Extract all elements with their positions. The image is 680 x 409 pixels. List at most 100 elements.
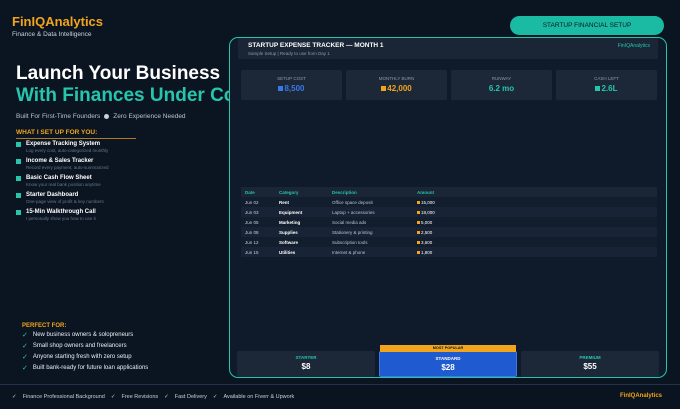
hero-title-line2: With Finances Under Cor <box>16 85 231 106</box>
setup-item: Income & Sales Tracker Record every paym… <box>16 158 109 170</box>
package-row: STARTER $8 MOST POPULAR STANDARD $28 PRE… <box>237 345 659 377</box>
check-icon: ✓ <box>22 332 28 339</box>
kpi-label: RUNWAY <box>491 76 512 81</box>
footer-brand: FinIQAnalytics <box>619 393 662 399</box>
hero-sub-b: Zero Experience Needed <box>113 113 186 120</box>
setup-item-title: Starter Dashboard <box>26 192 79 198</box>
setup-item: 15-Min Walkthrough Call I personally sho… <box>16 209 109 221</box>
column-header: Date <box>245 189 255 195</box>
setup-item: Starter Dashboard One-page view of profi… <box>16 192 109 204</box>
setup-item-desc: I personally show you how to use it <box>26 216 96 221</box>
check-icon: ✓ <box>212 394 218 400</box>
setup-list: Expense Tracking System Log every cost, … <box>16 141 109 226</box>
package-standard[interactable]: MOST POPULAR STANDARD $28 <box>379 345 517 377</box>
package-starter[interactable]: STARTER $8 <box>237 351 375 377</box>
table-row: Jun 12 Software Subscription tools 3,600 <box>241 237 657 247</box>
check-icon: ✓ <box>22 354 28 361</box>
currency-icon <box>417 200 420 204</box>
panel-subtitle: Sample Setup | Ready to use from Day 1 <box>248 51 330 56</box>
setup-item-desc: Know your real bank position anytime <box>26 182 101 187</box>
footer-items: ✓ Finance Professional Background ✓ Free R… <box>12 394 295 400</box>
currency-icon <box>417 210 420 214</box>
check-icon: ✓ <box>22 343 28 350</box>
kpi-card-setup-cost: SETUP COST 8,500 <box>241 70 342 100</box>
kpi-card-runway: RUNWAY 6.2 mo <box>451 70 552 100</box>
perfect-for-title: PERFECT FOR: <box>22 323 67 329</box>
kpi-value: 42,000 <box>346 84 447 93</box>
hero-sub-a: Built For First-Time Founders <box>16 113 101 120</box>
kpi-card-monthly-burn: MONTHLY BURN 42,000 <box>346 70 447 100</box>
table-row: Jun 05 Marketing Social media ads 5,000 <box>241 217 657 227</box>
setup-item-title: Basic Cash Flow Sheet <box>26 175 92 181</box>
package-name: PREMIUM <box>579 355 601 360</box>
currency-icon <box>417 250 420 254</box>
footer: ✓ Finance Professional Background ✓ Free R… <box>0 384 680 409</box>
kpi-row: SETUP COST 8,500 MONTHLY BURN 42,000 RUN… <box>241 70 657 100</box>
square-bullet-icon <box>16 159 21 164</box>
brand-name: FinIQAnalytics <box>12 14 104 29</box>
setup-item: Expense Tracking System Log every cost, … <box>16 141 109 153</box>
setup-item-title: Expense Tracking System <box>26 141 101 147</box>
brand-tagline: Finance & Data Intelligence <box>12 31 92 38</box>
setup-item-title: Income & Sales Tracker <box>26 158 94 164</box>
perfect-for-list: ✓ New business owners & solopreneurs ✓ Sma… <box>22 332 148 376</box>
setup-section-divider <box>16 138 136 139</box>
kpi-label: MONTHLY BURN <box>378 76 415 81</box>
column-header: Amount <box>417 189 434 195</box>
table-header-row: Date Category Description Amount <box>241 187 657 197</box>
package-price: $28 <box>441 363 455 372</box>
currency-icon <box>417 240 420 244</box>
package-price: $8 <box>301 362 311 371</box>
panel-header: STARTUP EXPENSE TRACKER — MONTH 1 Sample… <box>238 38 658 59</box>
kpi-value: 8,500 <box>241 84 342 93</box>
kpi-value: 6.2 mo <box>488 84 515 93</box>
check-icon: ✓ <box>110 394 116 400</box>
currency-icon <box>278 86 284 91</box>
most-popular-badge: MOST POPULAR <box>380 345 516 352</box>
kpi-value: 2.6L <box>556 84 657 93</box>
table-row: Jun 03 Equipment Laptop + accessories 18… <box>241 207 657 217</box>
hero: Launch Your Business With Finances Under… <box>16 63 231 120</box>
kpi-card-cash-left: CASH LEFT 2.6L <box>556 70 657 100</box>
brand: FinIQAnalytics Finance & Data Intelligen… <box>12 14 103 38</box>
kpi-label: SETUP COST <box>277 76 306 81</box>
square-bullet-icon <box>16 193 21 198</box>
hero-subline: Built For First-Time Founders Zero Exper… <box>16 113 231 120</box>
check-icon: ✓ <box>12 394 17 400</box>
package-name: STARTER <box>295 355 317 360</box>
column-header: Description <box>332 189 357 195</box>
setup-section-title: WHAT I SET UP FOR YOU: <box>16 129 98 136</box>
perfect-for-item: ✓ New business owners & solopreneurs <box>22 332 134 339</box>
currency-icon <box>417 230 420 234</box>
square-bullet-icon <box>16 142 21 147</box>
panel-title: STARTUP EXPENSE TRACKER — MONTH 1 <box>248 42 384 49</box>
square-bullet-icon <box>16 210 21 215</box>
check-icon: ✓ <box>22 365 28 372</box>
square-bullet-icon <box>16 176 21 181</box>
package-name: STANDARD <box>435 356 461 361</box>
check-icon: ✓ <box>164 394 169 400</box>
startup-setup-button[interactable]: STARTUP FINANCIAL SETUP <box>510 16 664 35</box>
table-row: Jun 15 Utilities Internet & phone 1,800 <box>241 247 657 257</box>
package-premium[interactable]: PREMIUM $55 <box>521 351 659 377</box>
expense-table: Date Category Description Amount Jun 02 … <box>241 187 657 257</box>
setup-item-desc: One-page view of profit & key numbers <box>26 199 104 204</box>
setup-item-desc: Log every cost, auto-categorized monthly <box>26 148 109 153</box>
kpi-label: CASH LEFT <box>594 76 619 81</box>
setup-item-title: 15-Min Walkthrough Call <box>26 209 96 215</box>
setup-item-desc: Record every payment, auto-summarized <box>26 165 109 170</box>
hero-title-line1: Launch Your Business <box>16 63 221 84</box>
perfect-for-item: ✓ Small shop owners and freelancers <box>22 343 127 350</box>
table-row: Jun 02 Rent Office space deposit 15,000 <box>241 197 657 207</box>
column-header: Category <box>279 189 299 195</box>
expense-tracker-panel: STARTUP EXPENSE TRACKER — MONTH 1 Sample… <box>229 37 667 378</box>
package-price: $55 <box>583 362 597 371</box>
perfect-for-item: ✓ Anyone starting fresh with zero setup <box>22 354 132 361</box>
bullet-dot-icon <box>104 114 110 119</box>
perfect-for-item: ✓ Built bank-ready for future loan applic… <box>22 365 149 372</box>
currency-icon <box>595 86 601 91</box>
panel-brand: FinIQAnalytics <box>617 43 650 49</box>
table-row: Jun 08 Supplies Stationery & printing 2,… <box>241 227 657 237</box>
currency-icon <box>417 220 420 224</box>
setup-item: Basic Cash Flow Sheet Know your real ban… <box>16 175 109 187</box>
